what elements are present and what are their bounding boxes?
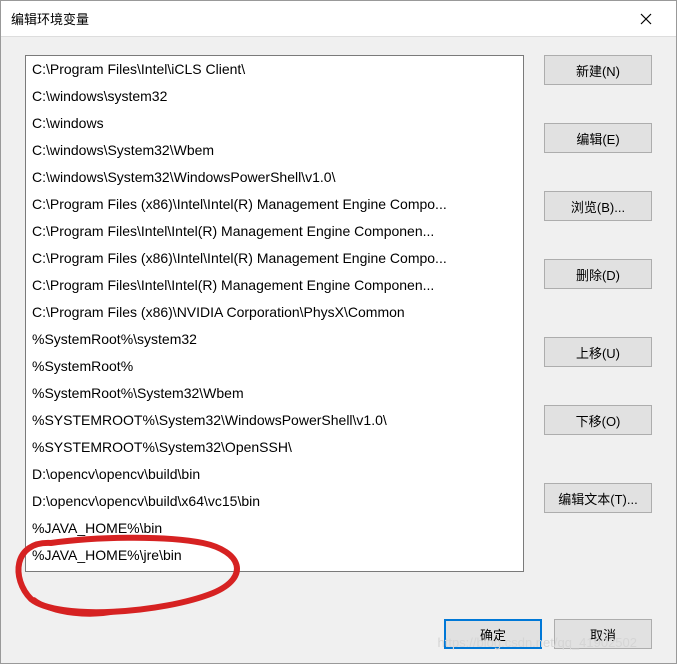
list-item[interactable]: %SYSTEMROOT%\System32\WindowsPowerShell\… — [26, 407, 523, 434]
side-buttons: 新建(N) 编辑(E) 浏览(B)... 删除(D) 上移(U) 下移(O) 编… — [544, 55, 652, 595]
edittext-button[interactable]: 编辑文本(T)... — [544, 483, 652, 513]
delete-button[interactable]: 删除(D) — [544, 259, 652, 289]
list-item[interactable]: %SystemRoot%\system32 — [26, 326, 523, 353]
list-item[interactable]: C:\Program Files (x86)\Intel\Intel(R) Ma… — [26, 191, 523, 218]
dialog-content: C:\Program Files\Intel\iCLS Client\C:\wi… — [1, 37, 676, 663]
close-icon — [640, 13, 652, 25]
ok-button[interactable]: 确定 — [444, 619, 542, 649]
list-item[interactable]: C:\windows\System32\WindowsPowerShell\v1… — [26, 164, 523, 191]
moveup-button[interactable]: 上移(U) — [544, 337, 652, 367]
list-item[interactable]: D:\opencv\opencv\build\x64\vc15\bin — [26, 488, 523, 515]
edit-button[interactable]: 编辑(E) — [544, 123, 652, 153]
movedown-button[interactable]: 下移(O) — [544, 405, 652, 435]
list-item[interactable]: %SystemRoot% — [26, 353, 523, 380]
list-item[interactable]: %MAVEN_HOME%\bin — [26, 569, 523, 572]
close-button[interactable] — [626, 4, 666, 34]
list-item[interactable]: C:\Program Files\Intel\iCLS Client\ — [26, 56, 523, 83]
window-title: 编辑环境变量 — [11, 9, 626, 28]
titlebar: 编辑环境变量 — [1, 1, 676, 37]
list-item[interactable]: C:\Program Files (x86)\NVIDIA Corporatio… — [26, 299, 523, 326]
list-item[interactable]: C:\windows\System32\Wbem — [26, 137, 523, 164]
listbox-wrap: C:\Program Files\Intel\iCLS Client\C:\wi… — [25, 55, 524, 595]
browse-button[interactable]: 浏览(B)... — [544, 191, 652, 221]
main-row: C:\Program Files\Intel\iCLS Client\C:\wi… — [25, 55, 652, 595]
list-item[interactable]: C:\windows — [26, 110, 523, 137]
list-item[interactable]: C:\windows\system32 — [26, 83, 523, 110]
list-item[interactable]: C:\Program Files (x86)\Intel\Intel(R) Ma… — [26, 245, 523, 272]
cancel-button[interactable]: 取消 — [554, 619, 652, 649]
list-item[interactable]: C:\Program Files\Intel\Intel(R) Manageme… — [26, 218, 523, 245]
list-item[interactable]: C:\Program Files\Intel\Intel(R) Manageme… — [26, 272, 523, 299]
dialog-window: 编辑环境变量 C:\Program Files\Intel\iCLS Clien… — [0, 0, 677, 664]
path-listbox[interactable]: C:\Program Files\Intel\iCLS Client\C:\wi… — [25, 55, 524, 572]
list-item[interactable]: %SYSTEMROOT%\System32\OpenSSH\ — [26, 434, 523, 461]
new-button[interactable]: 新建(N) — [544, 55, 652, 85]
list-item[interactable]: %JAVA_HOME%\jre\bin — [26, 542, 523, 569]
list-item[interactable]: D:\opencv\opencv\build\bin — [26, 461, 523, 488]
dialog-footer: 确定 取消 — [25, 595, 652, 649]
list-item[interactable]: %SystemRoot%\System32\Wbem — [26, 380, 523, 407]
list-item[interactable]: %JAVA_HOME%\bin — [26, 515, 523, 542]
